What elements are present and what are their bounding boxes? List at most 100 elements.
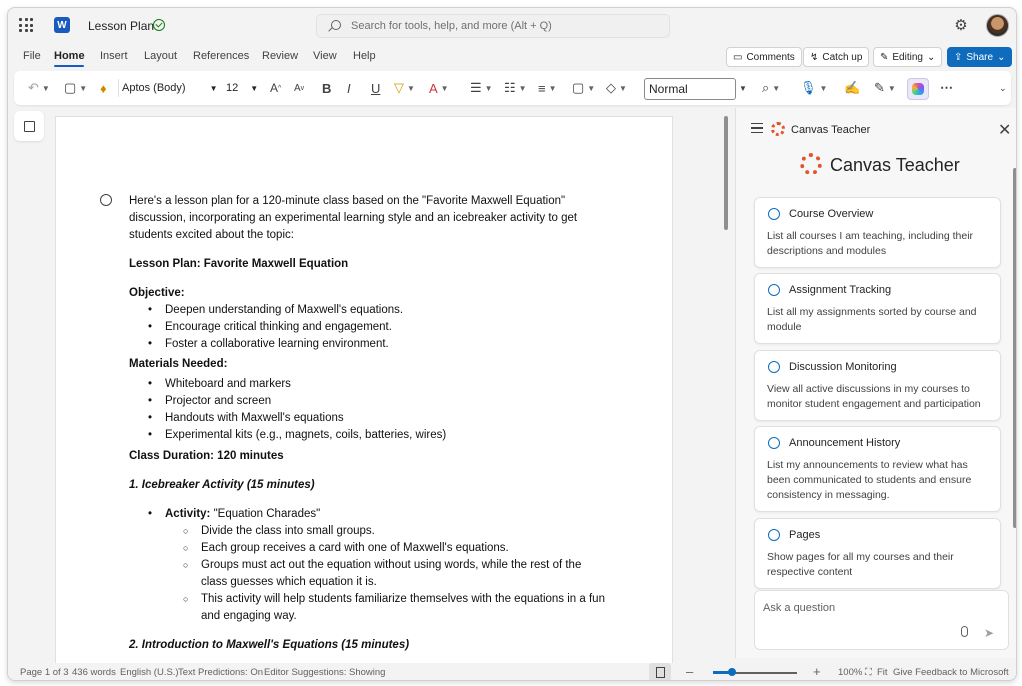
dictate-button[interactable]: 🎙 ▼ [800,79,827,97]
format-painter-icon[interactable]: ♦ [100,79,107,97]
mic-icon[interactable] [961,626,968,637]
document-body[interactable]: Here's a lesson plan for a 120-minute cl… [129,193,609,654]
objectives-list: Deepen understanding of Maxwell's equati… [129,302,609,353]
font-color-button[interactable]: A ▼ [429,79,449,97]
comments-label: Comments [746,51,795,63]
chevron-down-icon: ⌄ [926,51,936,63]
duration-heading: Class Duration: 120 minutes [129,450,284,462]
chevron-down-icon[interactable]: ▼ [739,79,747,97]
font-size-dropdown[interactable]: 12 ▼ [226,79,258,97]
document-page[interactable]: Here's a lesson plan for a 120-minute cl… [55,116,673,680]
gear-icon[interactable]: ⚙ [953,18,969,34]
tab-review[interactable]: Review [262,50,298,62]
numbering-button[interactable]: ☷ ▼ [504,79,527,97]
menu-icon[interactable] [751,123,763,133]
find-button[interactable]: ⌕ ▼ [762,79,780,97]
tab-references[interactable]: References [193,50,249,62]
search-box[interactable]: Search for tools, help, and more (Alt + … [316,14,670,38]
close-icon[interactable]: ✕ [998,120,1011,140]
zoom-level[interactable]: 100% [838,667,862,678]
panel-title: Canvas Teacher [830,155,960,175]
tab-file[interactable]: File [23,50,41,62]
waffle-icon[interactable] [19,18,33,32]
objective-heading: Objective: [129,287,185,299]
status-bar: Page 1 of 3 436 words English (U.S.) Tex… [8,663,1016,680]
list-item: Divide the class into small groups. [129,523,609,540]
ai-generated-icon[interactable] [100,194,112,206]
comments-button[interactable]: ▭ Comments [726,47,802,67]
editor-suggestions-status[interactable]: Editor Suggestions: Showing [264,667,385,678]
word-logo-icon[interactable]: W [54,17,70,33]
tab-help[interactable]: Help [353,50,376,62]
page-count[interactable]: Page 1 of 3 [20,667,69,678]
prompt-card-announcement-history[interactable]: Announcement History List my announcemen… [754,426,1001,512]
zoom-in-button[interactable]: + [813,664,821,679]
zoom-slider-thumb[interactable] [728,668,736,676]
bold-button[interactable]: B [322,79,331,97]
feedback-link[interactable]: Give Feedback to Microsoft [893,667,1009,678]
language-status[interactable]: English (U.S.) [120,667,179,678]
list-item: Groups must act out the equation without… [129,557,609,591]
card-description: Show pages for all my courses and their … [767,551,954,578]
share-button[interactable]: ⇪ Share ⌄ [947,47,1013,67]
prompt-icon [768,284,780,296]
ask-question-input[interactable]: Ask a question ➤ [754,590,1009,650]
fit-label[interactable]: Fit [877,667,888,678]
card-title: Pages [789,529,821,541]
section2-heading: 2. Introduction to Maxwell's Equations (… [129,639,410,651]
prompt-card-course-overview[interactable]: Course Overview List all courses I am te… [754,197,1001,268]
paste-button[interactable]: ▢ ▼ [64,79,87,97]
catchup-icon: ↯ [810,51,819,63]
grow-font-button[interactable]: A ^ [270,79,281,97]
saved-icon [153,19,165,31]
more-options-icon[interactable]: ⋯ [940,79,953,97]
navigation-pane-button[interactable] [14,111,44,141]
prompt-card-pages[interactable]: Pages Show pages for all my courses and … [754,518,1001,589]
page-view-icon[interactable] [649,663,671,680]
collapse-ribbon-icon[interactable]: ⌄ [999,79,1007,97]
fit-icon[interactable]: ⛶ [865,667,872,678]
share-icon: ⇪ [954,51,963,63]
editing-mode-button[interactable]: ✎ Editing ⌄ [873,47,943,67]
bullets-button[interactable]: ☰ ▼ [470,79,493,97]
underline-button[interactable]: U [371,79,380,97]
text-predictions-status[interactable]: Text Predictions: On [178,667,263,678]
panel-scrollbar[interactable] [1013,168,1016,528]
card-title: Announcement History [789,437,901,449]
borders-button[interactable]: ▢ ▼ [572,79,595,97]
send-icon[interactable]: ➤ [984,626,994,640]
tab-layout[interactable]: Layout [144,50,177,62]
list-item: Projector and screen [129,393,609,410]
prompt-icon [768,529,780,541]
copilot-icon[interactable] [907,78,929,100]
document-scrollbar[interactable] [724,116,728,230]
italic-button[interactable]: I [347,79,351,97]
editor-button[interactable]: ✍ [844,79,860,97]
card-description: View all active discussions in my course… [767,383,981,410]
zoom-out-button[interactable]: – [686,664,693,679]
list-item: Each group receives a card with one of M… [129,540,609,557]
styles-dropdown[interactable]: Normal [644,78,736,100]
align-button[interactable]: ≡ ▼ [538,79,557,97]
activity-list: Activity: "Equation Charades" [129,506,609,523]
highlight-button[interactable]: ▽ ▼ [394,79,415,97]
word-count[interactable]: 436 words [72,667,116,678]
shrink-font-button[interactable]: Av [294,79,304,97]
catchup-button[interactable]: ↯ Catch up [803,47,870,67]
tab-home[interactable]: Home [54,50,85,62]
font-name-value: Aptos (Body) [122,82,186,94]
list-item: Foster a collaborative learning environm… [129,336,609,353]
font-name-dropdown[interactable]: Aptos (Body) ▼ [122,79,218,97]
tab-insert[interactable]: Insert [100,50,128,62]
word-window: W Lesson Plan Search for tools, help, an… [7,7,1017,681]
catchup-label: Catch up [822,51,863,63]
tab-view[interactable]: View [313,50,337,62]
prompt-card-discussion-monitoring[interactable]: Discussion Monitoring View all active di… [754,350,1001,421]
designer-button[interactable]: ✎ ▼ [874,79,896,97]
prompt-card-assignment-tracking[interactable]: Assignment Tracking List all my assignme… [754,273,1001,344]
document-title[interactable]: Lesson Plan [88,19,154,33]
shading-button[interactable]: ◇ ▼ [606,79,627,97]
undo-button[interactable]: ↶ ▼ [28,79,50,97]
style-name-value: Normal [649,82,688,96]
avatar[interactable] [986,14,1009,37]
